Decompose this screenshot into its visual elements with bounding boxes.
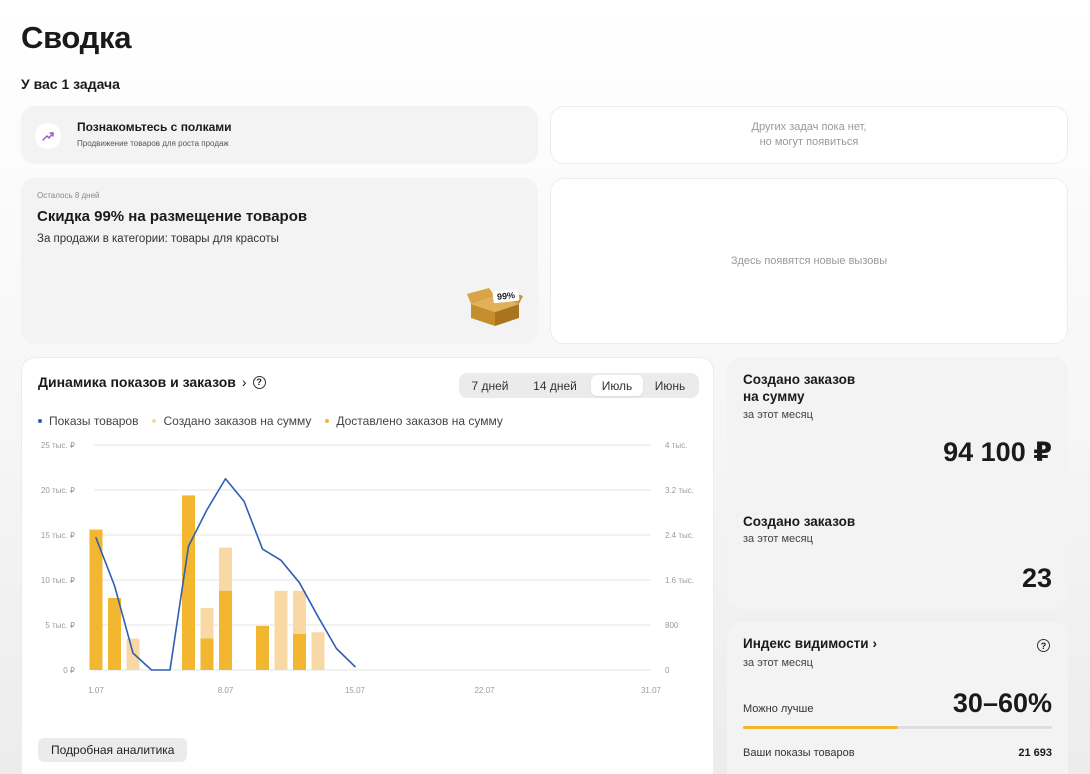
y-left-tick-label: 25 тыс. ₽ [41, 441, 75, 450]
y-left-tick-label: 15 тыс. ₽ [41, 531, 75, 540]
visibility-period: за этот месяц [743, 657, 813, 669]
help-icon[interactable]: ? [1037, 639, 1050, 652]
other-tasks-line2: но могут появиться [759, 136, 859, 148]
bar-delivered [293, 634, 306, 670]
orders-count-value: 23 [1021, 563, 1052, 593]
visibility-label: Можно лучше [743, 703, 814, 715]
orders-sum-title-line2: на сумму [743, 389, 805, 404]
legend-item-delivered[interactable]: Доставлено заказов на сумму [325, 414, 503, 428]
visibility-progress-bar [743, 726, 1052, 729]
y-left-tick-label: 0 ₽ [63, 666, 75, 675]
chevron-right-icon: › [872, 636, 878, 651]
promo-days-left: Осталось 8 дней [37, 191, 100, 200]
visibility-title-link[interactable]: Индекс видимости › [743, 636, 877, 651]
page-title: Сводка [21, 20, 132, 55]
tab-14-days[interactable]: 14 дней [519, 375, 591, 396]
period-tabs: 7 дней 14 дней Июль Июнь [459, 373, 699, 398]
orders-sum-title-line1: Создано заказов [743, 372, 856, 387]
orders-count-period: за этот месяц [743, 533, 813, 545]
other-tasks-placeholder: Других задач пока нет, но могут появитьс… [550, 106, 1068, 164]
tab-july[interactable]: Июль [591, 375, 643, 396]
legend-item-shows[interactable]: Показы товаров [38, 414, 138, 428]
legend-dot [152, 419, 157, 423]
legend-dot [38, 419, 42, 423]
orders-sum-title: Создано заказов на сумму [743, 371, 855, 405]
x-tick-label: 31.07 [641, 686, 662, 695]
legend-item-created[interactable]: Создано заказов на сумму [152, 414, 311, 428]
legend-dot [325, 419, 330, 423]
chart-title-link[interactable]: Динамика показов и заказов › ? [38, 374, 266, 390]
trend-up-icon [35, 123, 61, 149]
visibility-title: Индекс видимости [743, 636, 869, 651]
promo-subtitle: За продажи в категории: товары для красо… [37, 233, 279, 245]
chart-title: Динамика показов и заказов [38, 374, 236, 390]
y-right-tick-label: 0 [665, 666, 670, 675]
promo-title: Скидка 99% на размещение товаров [37, 208, 308, 225]
bar-delivered [108, 598, 121, 670]
help-icon[interactable]: ? [252, 375, 266, 389]
task-subtitle: Продвижение товаров для роста продаж [77, 139, 229, 148]
visibility-card: Индекс видимости › ? за этот месяц Можно… [727, 622, 1068, 774]
promo-card[interactable]: Осталось 8 дней Скидка 99% на размещение… [21, 178, 538, 344]
bar-delivered [219, 590, 232, 670]
orders-sum-period: за этот месяц [743, 409, 813, 421]
x-tick-label: 8.07 [218, 686, 234, 695]
bar-created [126, 638, 140, 670]
tab-june[interactable]: Июнь [643, 375, 697, 396]
x-tick-label: 22.07 [474, 686, 495, 695]
orders-count-title: Создано заказов [743, 514, 856, 529]
task-title: Познакомьтесь с полками [77, 120, 232, 134]
legend-label: Показы товаров [49, 414, 139, 428]
orders-count-card: Создано заказов за этот месяц 23 [727, 499, 1068, 609]
challenges-text: Здесь появятся новые вызовы [730, 255, 888, 267]
visibility-value: 30–60% [952, 688, 1052, 718]
analytics-button[interactable]: Подробная аналитика [38, 738, 188, 762]
y-right-tick-label: 1.6 тыс. [665, 576, 694, 585]
bar-delivered [182, 495, 195, 670]
x-tick-label: 15.07 [345, 686, 366, 695]
legend-label: Создано заказов на сумму [163, 414, 312, 428]
x-tick-label: 1.07 [88, 686, 104, 695]
orders-chart[interactable]: 0 ₽ 5 тыс. ₽ 10 тыс. ₽ 15 тыс. ₽ 20 тыс. ₽ 25… [22, 434, 715, 704]
y-left-tick-label: 5 тыс. ₽ [45, 621, 75, 630]
open-box-icon: 99% [467, 288, 523, 326]
visibility-shows-value: 21 693 [1018, 747, 1052, 759]
y-right-tick-label: 3.2 тыс. [665, 486, 694, 495]
bar-delivered [256, 625, 269, 670]
y-left-tick-label: 20 тыс. ₽ [41, 486, 75, 495]
orders-sum-card: Создано заказов на сумму за этот месяц 9… [727, 357, 1068, 485]
tasks-count: У вас 1 задача [21, 76, 120, 92]
other-tasks-line1: Других задач пока нет, [751, 121, 867, 133]
y-right-tick-label: 4 тыс. [665, 441, 687, 450]
challenges-placeholder: Здесь появятся новые вызовы [550, 178, 1068, 344]
visibility-progress-fill [743, 726, 898, 729]
chevron-right-icon: › [241, 374, 247, 390]
legend-label: Доставлено заказов на сумму [336, 414, 503, 428]
chart-card: Динамика показов и заказов › ? 7 дней 14… [21, 357, 714, 774]
chart-legend: Показы товаров Создано заказов на сумму … [38, 414, 503, 428]
promo-badge: 99% [497, 290, 516, 302]
tab-7-days[interactable]: 7 дней [461, 375, 519, 396]
bar-created [274, 590, 288, 670]
visibility-shows-label: Ваши показы товаров [743, 747, 855, 759]
orders-sum-value: 94 100 ₽ [943, 437, 1052, 467]
bar-created [311, 632, 325, 670]
bar-delivered [200, 638, 214, 670]
y-left-tick-label: 10 тыс. ₽ [41, 576, 75, 585]
y-right-tick-label: 800 [665, 621, 679, 630]
y-right-tick-label: 2.4 тыс. [665, 531, 694, 540]
task-card[interactable]: Познакомьтесь с полками Продвижение това… [21, 106, 538, 164]
